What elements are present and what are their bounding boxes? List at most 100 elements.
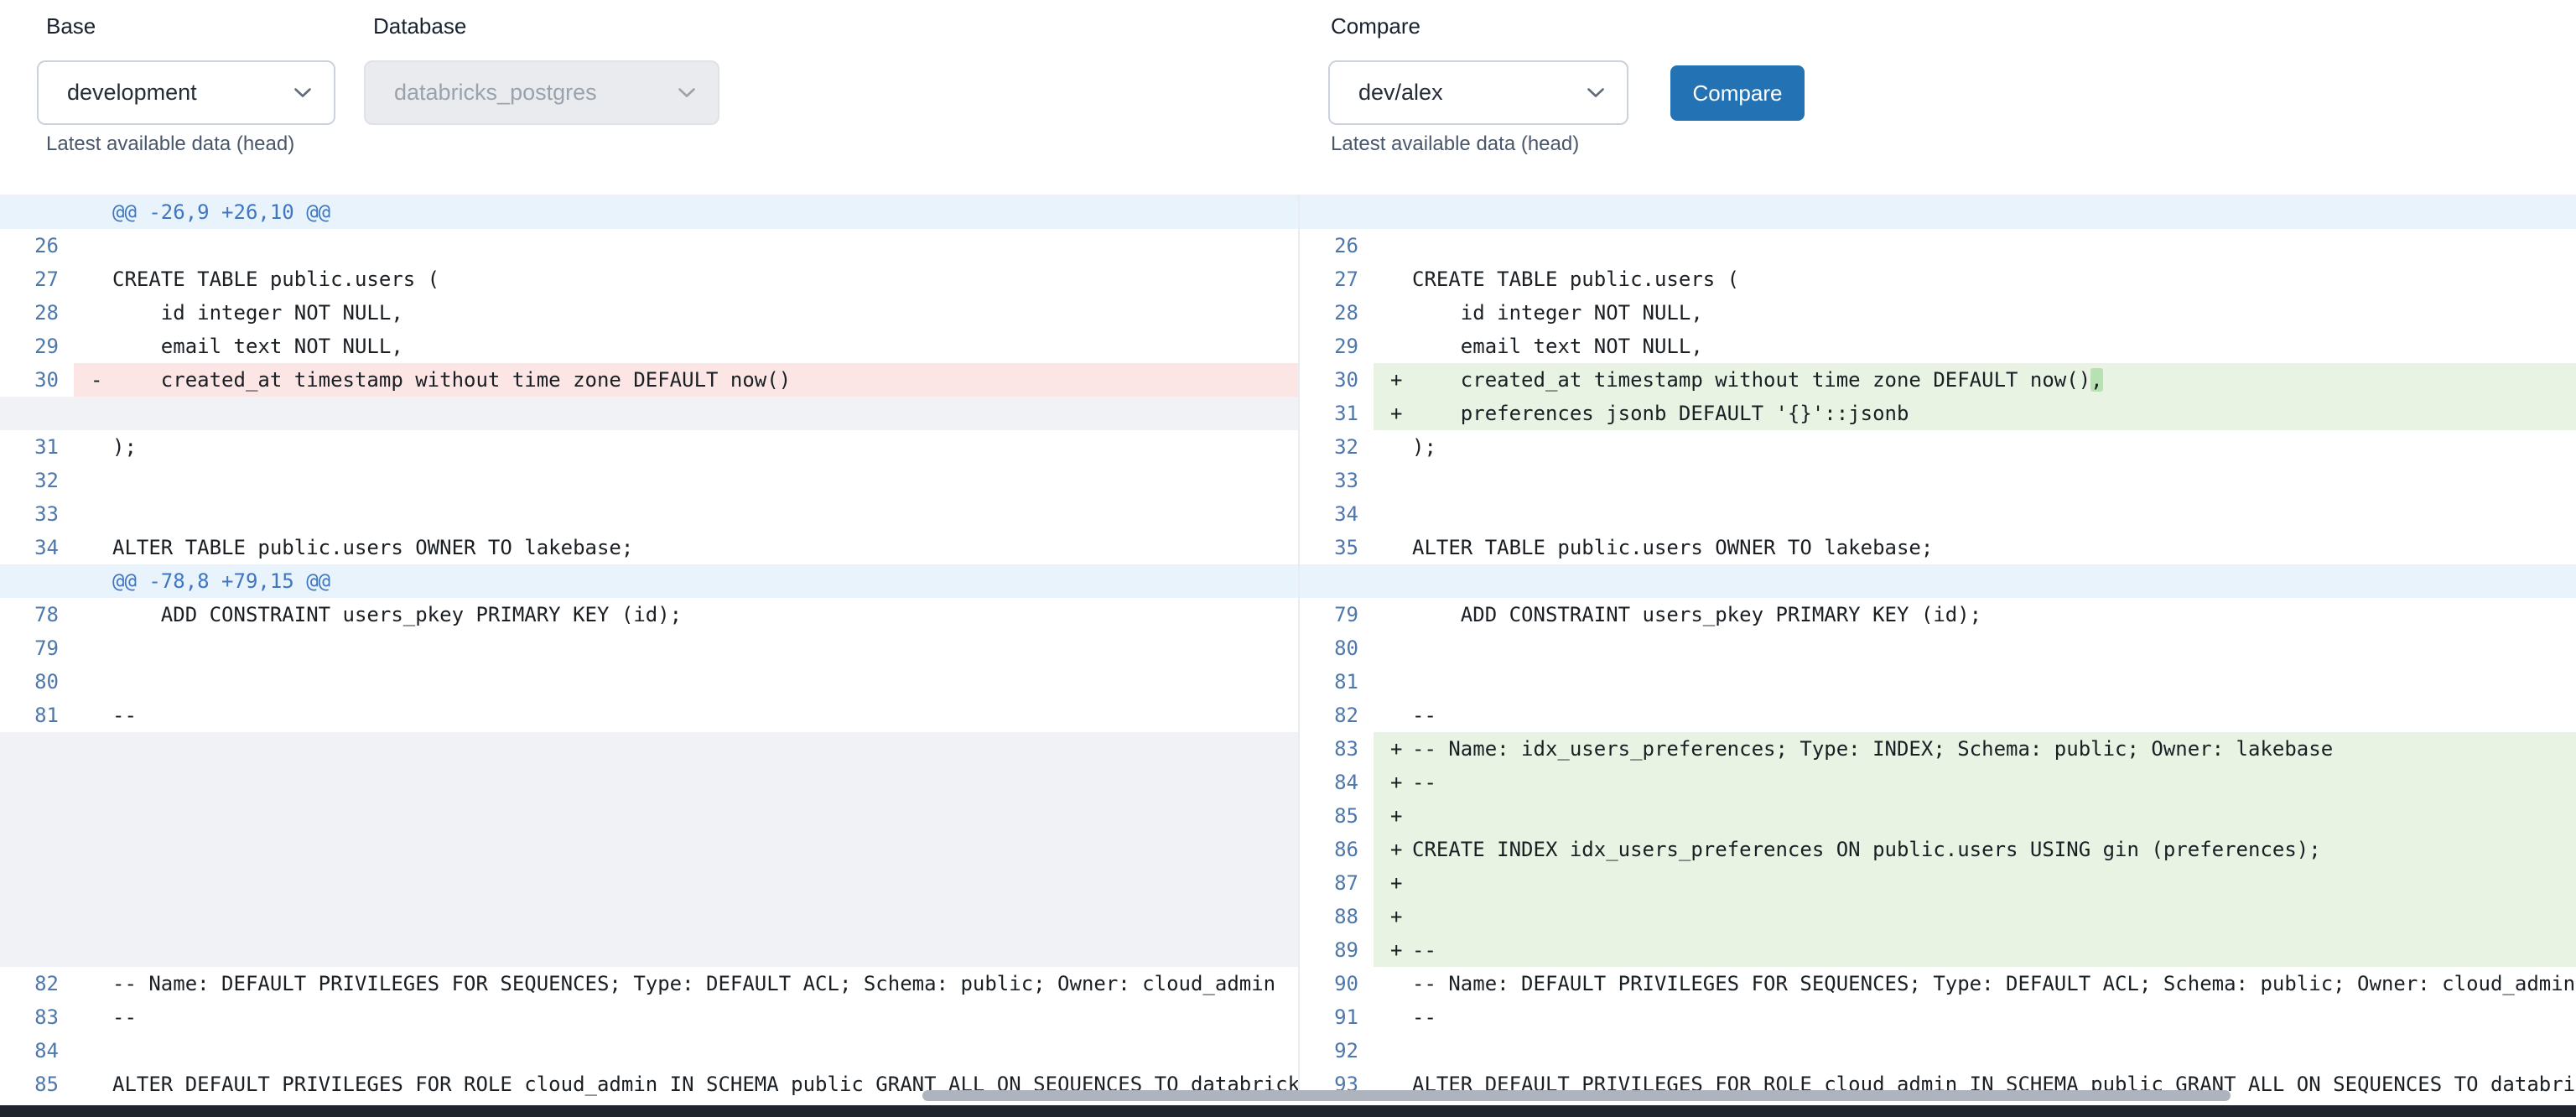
compare-branch-value: dev/alex bbox=[1358, 80, 1443, 106]
diff-marker bbox=[91, 531, 112, 564]
diff-row: 26 26 bbox=[0, 229, 2576, 262]
code-text: ); bbox=[1412, 435, 1436, 459]
diff-marker: + bbox=[1390, 933, 1412, 967]
line-number: 30 bbox=[0, 363, 74, 397]
code-text: -- bbox=[112, 704, 137, 727]
diff-cell-right bbox=[1298, 564, 2576, 598]
diff-marker bbox=[1390, 229, 1412, 262]
code-line bbox=[1374, 1034, 2576, 1068]
line-number: 79 bbox=[1300, 598, 1374, 631]
diff-cell-right: 33 bbox=[1298, 464, 2576, 497]
compare-button[interactable]: Compare bbox=[1670, 65, 1805, 121]
chevron-down-icon bbox=[1587, 87, 1605, 98]
diff-cell-left: 33 bbox=[0, 497, 1298, 531]
diff-row: 78 ADD CONSTRAINT users_pkey PRIMARY KEY… bbox=[0, 598, 2576, 631]
code-text: email text NOT NULL, bbox=[1412, 335, 1703, 358]
diff-marker bbox=[91, 397, 112, 430]
diff-marker bbox=[1390, 262, 1412, 296]
code-line: +CREATE INDEX idx_users_preferences ON p… bbox=[1374, 833, 2576, 866]
code-text: @@ -78,8 +79,15 @@ bbox=[112, 569, 330, 593]
code-text: -- Name: DEFAULT PRIVILEGES FOR SEQUENCE… bbox=[1412, 972, 2575, 995]
diff-marker bbox=[1390, 497, 1412, 531]
code-text: @@ -26,9 +26,10 @@ bbox=[112, 200, 330, 224]
code-line: + bbox=[1374, 799, 2576, 833]
code-text: -- bbox=[112, 1005, 137, 1029]
diff-row: 87+ bbox=[0, 866, 2576, 900]
compare-branch-select[interactable]: dev/alex bbox=[1328, 60, 1628, 125]
diff-cell-right: 30+ created_at timestamp without time zo… bbox=[1298, 363, 2576, 397]
diff-row: 88 + bbox=[0, 900, 2576, 933]
code-line bbox=[74, 497, 1298, 531]
diff-row: 83 --91 -- bbox=[0, 1000, 2576, 1034]
diff-cell-left bbox=[0, 397, 1298, 430]
code-text: ALTER TABLE public.users OWNER TO lakeba… bbox=[112, 536, 633, 559]
diff-marker: + bbox=[1390, 799, 1412, 833]
diff-row: 80 81 bbox=[0, 665, 2576, 699]
diff-cell-right: 82 -- bbox=[1298, 699, 2576, 732]
line-number: 31 bbox=[1300, 397, 1374, 430]
line-number: 82 bbox=[1300, 699, 1374, 732]
diff-marker: - bbox=[91, 363, 112, 397]
code-line: ); bbox=[74, 430, 1298, 464]
line-number bbox=[0, 564, 74, 598]
code-line bbox=[1374, 564, 2576, 598]
diff-cell-right: 88 + bbox=[1298, 900, 2576, 933]
line-number: 28 bbox=[1300, 296, 1374, 330]
diff-cell-left bbox=[0, 900, 1298, 933]
code-line bbox=[74, 866, 1298, 900]
code-line bbox=[74, 799, 1298, 833]
diff-marker: + bbox=[1390, 866, 1412, 900]
diff-cell-right: 87+ bbox=[1298, 866, 2576, 900]
horizontal-scrollbar-thumb[interactable] bbox=[922, 1090, 2231, 1101]
line-number: 85 bbox=[0, 1068, 74, 1101]
chevron-down-icon bbox=[678, 87, 696, 98]
line-number: 83 bbox=[0, 1000, 74, 1034]
diff-cell-right: 26 bbox=[1298, 229, 2576, 262]
code-text: -- bbox=[1412, 938, 1436, 962]
code-line: -- Name: DEFAULT PRIVILEGES FOR SEQUENCE… bbox=[74, 967, 1298, 1000]
code-line: id integer NOT NULL, bbox=[1374, 296, 2576, 330]
code-line: email text NOT NULL, bbox=[1374, 330, 2576, 363]
diff-cell-left: 29 email text NOT NULL, bbox=[0, 330, 1298, 363]
line-number bbox=[0, 766, 74, 799]
code-text: ALTER TABLE public.users OWNER TO lakeba… bbox=[1412, 536, 1933, 559]
diff-cell-right: 31 + preferences jsonb DEFAULT '{}'::json… bbox=[1298, 397, 2576, 430]
line-number: 80 bbox=[0, 665, 74, 699]
base-branch-select[interactable]: development bbox=[37, 60, 335, 125]
diff-marker bbox=[1390, 531, 1412, 564]
diff-row: 81 --82 -- bbox=[0, 699, 2576, 732]
code-text: ADD CONSTRAINT users_pkey PRIMARY KEY (i… bbox=[1412, 603, 1981, 626]
code-text: CREATE INDEX idx_users_preferences ON pu… bbox=[1412, 838, 2321, 861]
diff-marker bbox=[91, 229, 112, 262]
diff-marker: + bbox=[1390, 833, 1412, 866]
diff-marker: + bbox=[1390, 900, 1412, 933]
compare-label: Compare bbox=[1331, 13, 1420, 39]
diff-marker bbox=[1390, 564, 1412, 598]
schema-diff-view: @@ -26,9 +26,10 @@ 26 26 27 CREATE TABLE… bbox=[0, 195, 2576, 1117]
line-number: 29 bbox=[0, 330, 74, 363]
chevron-down-icon bbox=[293, 87, 312, 98]
diff-row: 29 email text NOT NULL,29 email text NOT… bbox=[0, 330, 2576, 363]
line-number: 32 bbox=[1300, 430, 1374, 464]
line-number: 27 bbox=[0, 262, 74, 296]
line-number: 86 bbox=[1300, 833, 1374, 866]
diff-cell-right: 89+-- bbox=[1298, 933, 2576, 967]
code-text: ); bbox=[112, 435, 137, 459]
line-number: 88 bbox=[1300, 900, 1374, 933]
code-line bbox=[74, 732, 1298, 766]
code-text: preferences jsonb DEFAULT '{}'::jsonb bbox=[1412, 402, 1909, 425]
line-number bbox=[0, 900, 74, 933]
diff-cell-right: 28 id integer NOT NULL, bbox=[1298, 296, 2576, 330]
diff-cell-left bbox=[0, 933, 1298, 967]
diff-marker bbox=[91, 967, 112, 1000]
database-label: Database bbox=[373, 13, 466, 39]
database-select: databricks_postgres bbox=[364, 60, 719, 125]
diff-marker: + bbox=[1390, 397, 1412, 430]
diff-marker bbox=[91, 1000, 112, 1034]
code-line bbox=[74, 464, 1298, 497]
diff-marker bbox=[1390, 699, 1412, 732]
diff-marker bbox=[1390, 195, 1412, 229]
diff-cell-right bbox=[1298, 195, 2576, 229]
line-number: 33 bbox=[0, 497, 74, 531]
code-text: -- bbox=[1412, 771, 1436, 794]
